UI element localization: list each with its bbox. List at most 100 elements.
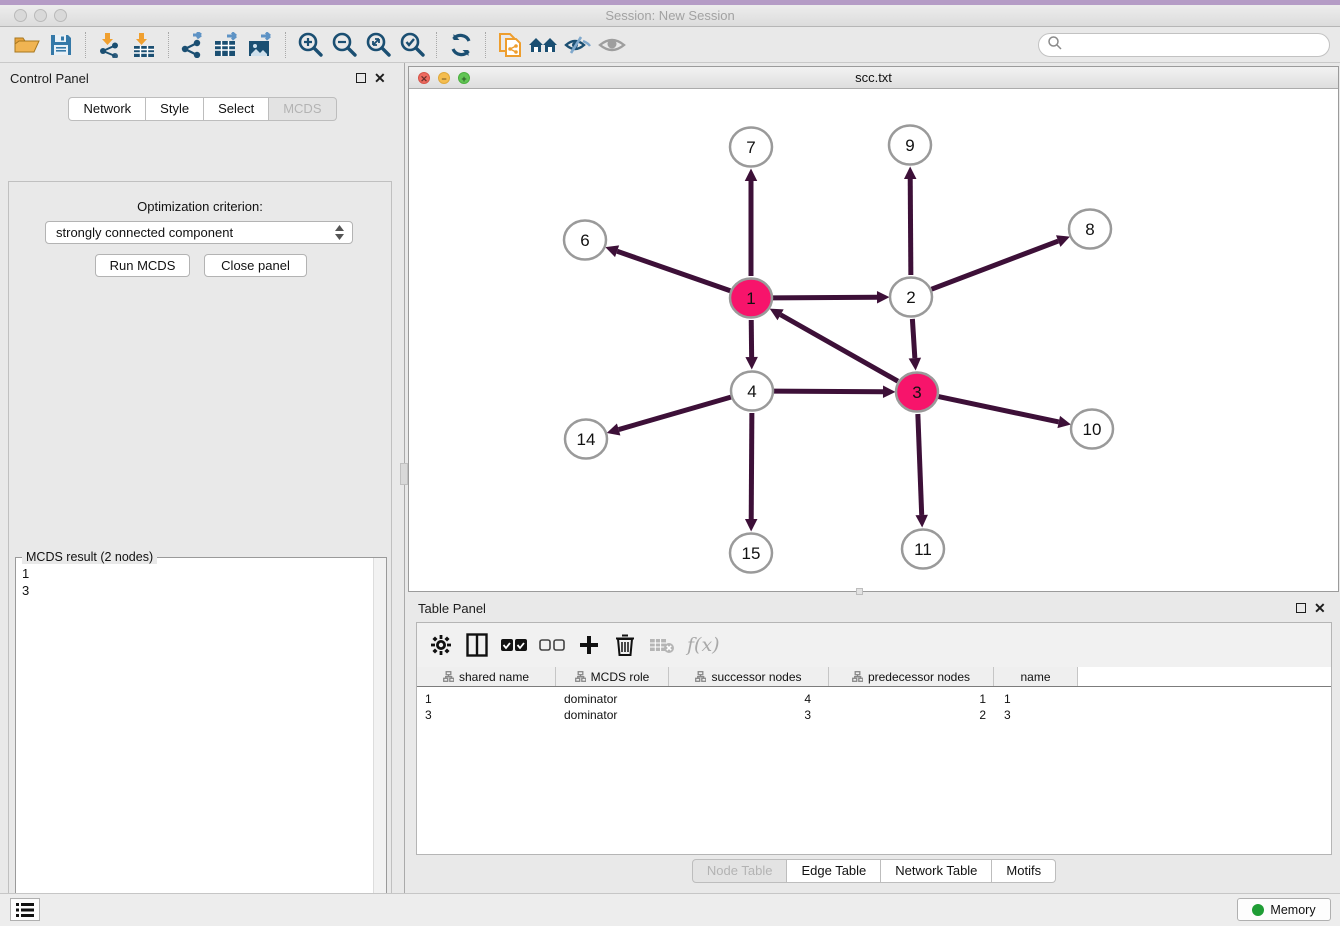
edge-4-14[interactable] — [619, 397, 731, 429]
run-mcds-button[interactable]: Run MCDS — [95, 254, 190, 277]
cell-name[interactable]: 1 — [994, 691, 1078, 707]
cell-shared-name[interactable]: 1 — [417, 691, 556, 707]
tab-mcds[interactable]: MCDS — [269, 97, 336, 121]
zoom-out-icon[interactable] — [327, 30, 361, 60]
node-11[interactable]: 11 — [902, 530, 944, 569]
minimize-network-button[interactable]: − — [438, 72, 450, 84]
column-tree-icon — [695, 671, 706, 682]
close-table-panel-icon[interactable]: ✕ — [1314, 603, 1326, 613]
node-7[interactable]: 7 — [730, 128, 772, 167]
cell-predecessor-nodes[interactable]: 1 — [829, 691, 994, 707]
refresh-network-icon[interactable] — [444, 30, 478, 60]
open-session-icon[interactable] — [10, 30, 44, 60]
clone-network-icon[interactable] — [493, 30, 527, 60]
edge-3-11[interactable] — [918, 414, 922, 515]
zoom-in-icon[interactable] — [293, 30, 327, 60]
float-table-panel-icon[interactable] — [1296, 603, 1306, 613]
mcds-result-text[interactable]: 1 3 — [16, 561, 373, 926]
maximize-network-button[interactable]: + — [458, 72, 470, 84]
export-image-icon[interactable] — [244, 30, 278, 60]
table-settings-icon[interactable] — [429, 631, 453, 659]
edge-1-6[interactable] — [617, 251, 730, 291]
criterion-value: strongly connected component — [56, 225, 233, 240]
tab-edge-table[interactable]: Edge Table — [787, 859, 881, 883]
search-input[interactable] — [1063, 35, 1329, 55]
column-header-predecessor-nodes[interactable]: predecessor nodes — [829, 667, 994, 686]
tab-network-table[interactable]: Network Table — [881, 859, 992, 883]
column-header-MCDS-role[interactable]: MCDS role — [556, 667, 669, 686]
network-window-titlebar[interactable]: ✕ − + scc.txt — [409, 67, 1338, 89]
edge-3-1[interactable] — [781, 315, 898, 381]
minimize-window-button[interactable] — [34, 9, 47, 22]
node-10[interactable]: 10 — [1071, 410, 1113, 449]
cell-successor-nodes[interactable]: 3 — [669, 707, 829, 723]
close-network-button[interactable]: ✕ — [418, 72, 430, 84]
criterion-dropdown[interactable]: strongly connected component — [45, 221, 353, 244]
create-column-icon[interactable] — [577, 631, 601, 659]
zoom-window-button[interactable] — [54, 9, 67, 22]
node-1[interactable]: 1 — [730, 279, 772, 318]
float-panel-icon[interactable] — [356, 73, 366, 83]
edge-2-8[interactable] — [932, 241, 1059, 289]
result-scrollbar[interactable] — [373, 558, 386, 926]
cell-name[interactable]: 3 — [994, 707, 1078, 723]
home-icon[interactable] — [527, 30, 561, 60]
edge-2-9[interactable] — [910, 179, 911, 275]
panel-splitter-handle[interactable] — [400, 463, 408, 485]
column-header-name[interactable]: name — [994, 667, 1078, 686]
close-window-button[interactable] — [14, 9, 27, 22]
split-columns-icon[interactable] — [465, 631, 489, 659]
network-graph-canvas[interactable]: 7 9 6 8 1 2 4 3 14 10 15 11 — [409, 89, 1338, 591]
close-panel-button[interactable]: Close panel — [204, 254, 307, 277]
control-panel: Control Panel ✕ NetworkStyleSelectMCDS O… — [0, 63, 405, 893]
toggle-visibility-icon[interactable] — [561, 30, 595, 60]
select-all-checkboxes-icon[interactable] — [501, 631, 527, 659]
table-row[interactable]: 3dominator323 — [417, 707, 1331, 723]
node-4[interactable]: 4 — [731, 372, 773, 411]
zoom-selected-icon[interactable] — [395, 30, 429, 60]
close-panel-icon[interactable]: ✕ — [374, 73, 386, 83]
column-header-shared-name[interactable]: shared name — [417, 667, 556, 686]
node-9[interactable]: 9 — [889, 126, 931, 165]
edge-3-10[interactable] — [939, 397, 1059, 422]
window-resize-handle[interactable] — [856, 588, 863, 595]
tab-motifs[interactable]: Motifs — [992, 859, 1056, 883]
edge-4-15[interactable] — [751, 413, 752, 519]
toolbar-separator — [168, 32, 169, 58]
import-table-icon[interactable] — [127, 30, 161, 60]
cell-predecessor-nodes[interactable]: 2 — [829, 707, 994, 723]
cell-MCDS-role[interactable]: dominator — [556, 691, 669, 707]
node-15[interactable]: 15 — [730, 534, 772, 573]
table-row[interactable]: 1dominator411 — [417, 691, 1331, 707]
tab-node-table[interactable]: Node Table — [692, 859, 788, 883]
task-history-button[interactable] — [10, 898, 40, 921]
search-box[interactable] — [1038, 33, 1330, 57]
zoom-fit-icon[interactable] — [361, 30, 395, 60]
edge-4-3[interactable] — [774, 391, 883, 392]
export-table-icon[interactable] — [210, 30, 244, 60]
deselect-all-checkboxes-icon[interactable] — [539, 631, 565, 659]
cell-shared-name[interactable]: 3 — [417, 707, 556, 723]
column-header-successor-nodes[interactable]: successor nodes — [669, 667, 829, 686]
edge-1-2[interactable] — [773, 297, 877, 298]
export-network-icon[interactable] — [176, 30, 210, 60]
edge-2-3[interactable] — [912, 319, 914, 358]
import-network-icon[interactable] — [93, 30, 127, 60]
cell-MCDS-role[interactable]: dominator — [556, 707, 669, 723]
dropdown-stepper-icon — [335, 225, 344, 240]
tab-select[interactable]: Select — [204, 97, 269, 121]
tab-style[interactable]: Style — [146, 97, 204, 121]
node-3[interactable]: 3 — [896, 373, 938, 412]
cell-successor-nodes[interactable]: 4 — [669, 691, 829, 707]
save-session-icon[interactable] — [44, 30, 78, 60]
node-2[interactable]: 2 — [890, 278, 932, 317]
svg-text:3: 3 — [912, 383, 921, 402]
tab-network[interactable]: Network — [68, 97, 146, 121]
node-14[interactable]: 14 — [565, 420, 607, 459]
delete-column-icon[interactable] — [613, 631, 637, 659]
memory-button[interactable]: Memory — [1237, 898, 1331, 921]
status-bar: Memory — [0, 893, 1340, 926]
mcds-panel: Optimization criterion: strongly connect… — [8, 181, 392, 926]
node-8[interactable]: 8 — [1069, 210, 1111, 249]
node-6[interactable]: 6 — [564, 221, 606, 260]
